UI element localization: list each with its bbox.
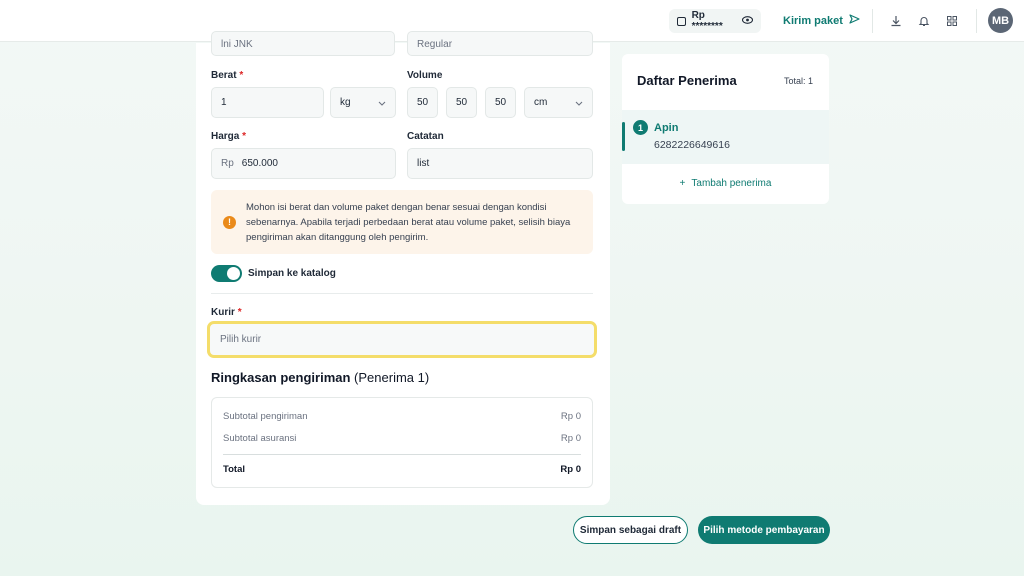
price-value: 650.000 [241,158,278,169]
warning-icon: ! [223,215,236,229]
alert-text: Mohon isi berat dan volume paket dengan … [246,201,571,243]
weight-unit-select[interactable]: kg [330,87,396,118]
bell-icon[interactable] [916,13,932,29]
top-separator [872,9,873,33]
recipient-total: Total: 1 [783,76,813,86]
save-to-catalog-label: Simpan ke katalog [248,268,336,279]
section-divider [211,293,593,294]
volume-width-value: 50 [456,97,468,108]
add-recipient-button[interactable]: + Tambah penerima [622,178,829,189]
weight-volume-alert: ! Mohon isi berat dan volume paket denga… [211,190,593,254]
save-to-catalog-toggle[interactable] [211,265,242,282]
recipient-phone: 6282226649616 [654,139,730,151]
volume-unit-value: cm [534,97,548,108]
weight-input[interactable]: 1 [211,87,324,118]
recipient-list-panel: Daftar Penerima Total: 1 1 Apin 62822266… [622,54,829,204]
weight-unit-value: kg [340,97,351,108]
summary-row: Subtotal asuransi Rp 0 [223,433,581,444]
recipient-name: Apin [654,122,679,134]
wallet-icon [677,16,686,26]
eye-icon[interactable] [741,15,754,27]
top-right-field[interactable]: Regular [407,31,593,56]
summary-row: Subtotal pengiriman Rp 0 [223,411,581,422]
note-input[interactable]: list [407,148,593,179]
volume-length-value: 50 [417,97,429,108]
package-form-card: lni JNK Regular Berat * 1 kg Volume 50 5… [196,31,610,505]
note-label: Catatan [407,131,444,142]
avatar[interactable]: MB [988,8,1013,33]
volume-height-value: 50 [495,97,507,108]
send-icon [849,14,860,27]
note-value: list [417,158,430,169]
add-recipient-label: Tambah penerima [691,178,772,189]
top-left-value: lni JNK [221,39,253,50]
chevron-down-icon [378,98,386,108]
price-label: Harga * [211,131,247,142]
download-icon[interactable] [888,13,904,29]
grid-icon[interactable] [944,13,960,29]
chevron-down-icon [575,98,583,108]
active-indicator [622,122,625,151]
balance-chip[interactable]: Rp ******** [669,9,761,33]
volume-height-input[interactable]: 50 [485,87,516,118]
plus-icon: + [679,178,686,189]
courier-placeholder: Pilih kurir [220,334,262,345]
volume-length-input[interactable]: 50 [407,87,438,118]
volume-label: Volume [407,70,443,81]
summary-divider [223,454,581,455]
weight-label: Berat * [211,70,244,81]
balance-value: Rp ******** [691,10,723,32]
choose-payment-button[interactable]: Pilih metode pembayaran [698,516,830,544]
save-draft-button[interactable]: Simpan sebagai draft [573,516,688,544]
top-separator [976,9,977,33]
volume-width-input[interactable]: 50 [446,87,477,118]
top-left-field[interactable]: lni JNK [211,31,395,56]
volume-unit-select[interactable]: cm [524,87,593,118]
courier-label: Kurir * [211,307,242,318]
weight-value: 1 [221,97,227,108]
recipient-index-badge: 1 [633,120,648,135]
top-right-value: Regular [417,39,453,50]
summary-total-row: Total Rp 0 [223,464,581,475]
send-package-link[interactable]: Kirim paket [783,14,860,27]
price-input[interactable]: Rp 650.000 [211,148,396,179]
recipient-list-title: Daftar Penerima [637,73,737,88]
send-package-label: Kirim paket [783,14,843,27]
recipient-item[interactable]: 1 Apin 6282226649616 [622,110,829,164]
shipping-summary-title: Ringkasan pengiriman (Penerima 1) [211,370,430,385]
courier-select[interactable]: Pilih kurir [207,321,597,358]
currency-prefix: Rp [221,158,234,169]
shipping-summary-box: Subtotal pengiriman Rp 0 Subtotal asurans… [211,397,593,488]
